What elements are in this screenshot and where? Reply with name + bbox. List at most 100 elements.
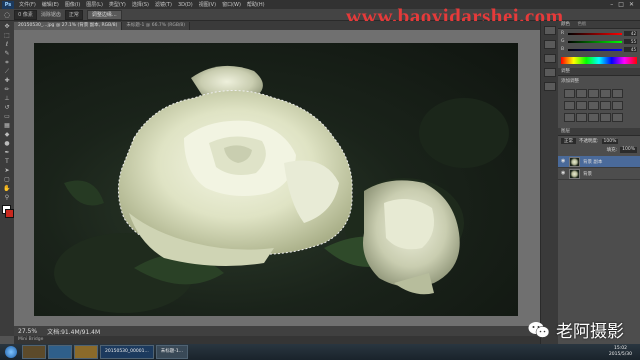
adjustment-icons — [558, 86, 640, 125]
document-tab-other[interactable]: 未标题-1 @ 66.7% (RGB/8) — [122, 22, 191, 30]
fill-row: 填充: 100% — [558, 146, 640, 156]
properties-panel-icon[interactable] — [544, 40, 556, 49]
zoom-tool-icon[interactable]: ⚲ — [2, 194, 12, 201]
menu-file[interactable]: 文件(F) — [16, 1, 39, 8]
zoom-level[interactable]: 27.5% — [18, 328, 37, 335]
type-tool-icon[interactable]: T — [2, 158, 12, 165]
invert-icon[interactable] — [564, 113, 575, 122]
fill-field[interactable]: 100% — [620, 147, 637, 153]
menu-3d[interactable]: 3D(D) — [175, 2, 196, 8]
wechat-watermark: 老阿摄影 — [528, 317, 624, 342]
refine-edge-button[interactable]: 调整边缘... — [86, 9, 122, 20]
panel-dock — [540, 21, 560, 344]
rose-photo[interactable] — [34, 43, 518, 316]
visibility-eye-icon[interactable]: ◉ — [561, 159, 566, 164]
brush-panel-icon[interactable] — [544, 82, 556, 91]
threshold-icon[interactable] — [588, 113, 599, 122]
gradient-tool-icon[interactable]: ▦ — [2, 122, 12, 129]
history-brush-tool-icon[interactable]: ↺ — [2, 104, 12, 111]
clone-stamp-tool-icon[interactable]: ⊥ — [2, 95, 12, 102]
menu-layer[interactable]: 图层(L) — [83, 1, 106, 8]
blue-slider[interactable] — [568, 48, 622, 51]
menu-help[interactable]: 帮助(H) — [244, 1, 268, 8]
layer-row[interactable]: ◉ 背景 副本 — [558, 156, 640, 168]
layers-panel-tab[interactable]: 图层 — [558, 128, 640, 136]
curves-icon[interactable] — [588, 89, 599, 98]
adjustments-panel-tab[interactable]: 调整 — [558, 68, 640, 76]
shape-tool-icon[interactable]: ▢ — [2, 176, 12, 183]
taskbar-app-photoshop[interactable]: 20150530_00001... — [100, 345, 154, 359]
red-slider[interactable] — [568, 32, 622, 35]
red-value[interactable]: 42 — [624, 31, 637, 36]
green-value[interactable]: 55 — [624, 39, 637, 44]
eyedropper-tool-icon[interactable]: ⟋ — [2, 68, 12, 75]
quick-select-tool-icon[interactable]: ✎ — [2, 50, 12, 57]
menu-type[interactable]: 类型(Y) — [106, 1, 129, 8]
anti-alias-checkbox[interactable]: 消除锯齿 — [41, 11, 61, 18]
selective-color-icon[interactable] — [612, 113, 623, 122]
taskbar-clock[interactable]: 15:02 2015/5/30 — [609, 346, 632, 358]
healing-tool-icon[interactable]: ✚ — [2, 77, 12, 84]
vibrance-icon[interactable] — [612, 89, 623, 98]
taskbar-app-doc[interactable]: 未标题-1... — [155, 345, 189, 359]
pen-tool-icon[interactable]: ✒ — [2, 149, 12, 156]
opacity-field[interactable]: 100% — [601, 138, 619, 144]
menu-select[interactable]: 选择(S) — [129, 1, 152, 8]
close-icon[interactable]: ✕ — [629, 1, 634, 8]
crop-tool-icon[interactable]: ⌗ — [2, 59, 12, 66]
start-button-icon[interactable] — [5, 346, 17, 358]
paragraph-panel-icon[interactable] — [544, 68, 556, 77]
taskbar-app-folder[interactable] — [74, 345, 98, 359]
hue-saturation-icon[interactable] — [564, 101, 575, 110]
brightness-icon[interactable] — [564, 89, 575, 98]
black-white-icon[interactable] — [588, 101, 599, 110]
lasso-tool-preset-icon[interactable]: ◌ — [4, 11, 10, 19]
layers-options-row: 正常 不透明度: 100% — [558, 136, 640, 146]
document-tab-active[interactable]: 20150530_...jpg @ 27.1% (背景 副本, RGB/8) — [14, 22, 123, 30]
photo-filter-icon[interactable] — [600, 101, 611, 110]
hand-tool-icon[interactable]: ✋ — [2, 185, 12, 192]
gradient-map-icon[interactable] — [600, 113, 611, 122]
color-balance-icon[interactable] — [576, 101, 587, 110]
brush-tool-icon[interactable]: ✏ — [2, 86, 12, 93]
visibility-eye-icon[interactable]: ◉ — [561, 171, 566, 176]
clock-date: 2015/5/30 — [608, 352, 632, 357]
mini-bridge-tab[interactable]: Mini Bridge — [14, 336, 540, 344]
menu-edit[interactable]: 编辑(E) — [39, 1, 62, 8]
marquee-tool-icon[interactable]: ⬚ — [2, 32, 12, 39]
style-select[interactable]: 正常 — [64, 9, 83, 20]
maximize-icon[interactable]: □ — [618, 1, 624, 8]
channel-mixer-icon[interactable] — [612, 101, 623, 110]
history-panel-icon[interactable] — [544, 26, 556, 35]
blur-tool-icon[interactable]: ◆ — [2, 131, 12, 138]
menu-view[interactable]: 视图(V) — [196, 1, 219, 8]
menu-window[interactable]: 窗口(W) — [219, 1, 244, 8]
lasso-tool-icon[interactable]: ℓ — [2, 41, 12, 48]
dodge-tool-icon[interactable]: ● — [2, 140, 12, 147]
tab-color[interactable]: 颜色 — [561, 22, 570, 27]
menu-image[interactable]: 图像(I) — [62, 1, 83, 8]
background-color-swatch[interactable] — [5, 209, 14, 218]
exposure-icon[interactable] — [600, 89, 611, 98]
menu-filter[interactable]: 滤镜(T) — [152, 1, 175, 8]
tab-swatches[interactable]: 色板 — [577, 22, 586, 27]
channel-label: G — [561, 39, 565, 44]
green-slider[interactable] — [568, 40, 622, 43]
canvas-area[interactable] — [14, 30, 540, 326]
path-select-tool-icon[interactable]: ➤ — [2, 167, 12, 174]
blue-value[interactable]: 45 — [624, 47, 637, 52]
move-tool-icon[interactable]: ✥ — [2, 23, 12, 30]
color-spectrum[interactable] — [561, 57, 637, 64]
eraser-tool-icon[interactable]: ▭ — [2, 113, 12, 120]
layer-row[interactable]: ◉ 背景 — [558, 168, 640, 180]
layer-name: 背景 — [583, 171, 592, 177]
levels-icon[interactable] — [576, 89, 587, 98]
minimize-icon[interactable]: – — [610, 1, 613, 8]
taskbar-app-browser[interactable] — [48, 345, 72, 359]
feather-field[interactable]: 0 像素 — [14, 9, 37, 20]
character-panel-icon[interactable] — [544, 54, 556, 63]
color-swatches[interactable] — [0, 205, 14, 219]
blend-mode-select[interactable]: 正常 — [561, 138, 576, 144]
posterize-icon[interactable] — [576, 113, 587, 122]
taskbar-app-explorer[interactable] — [22, 345, 46, 359]
